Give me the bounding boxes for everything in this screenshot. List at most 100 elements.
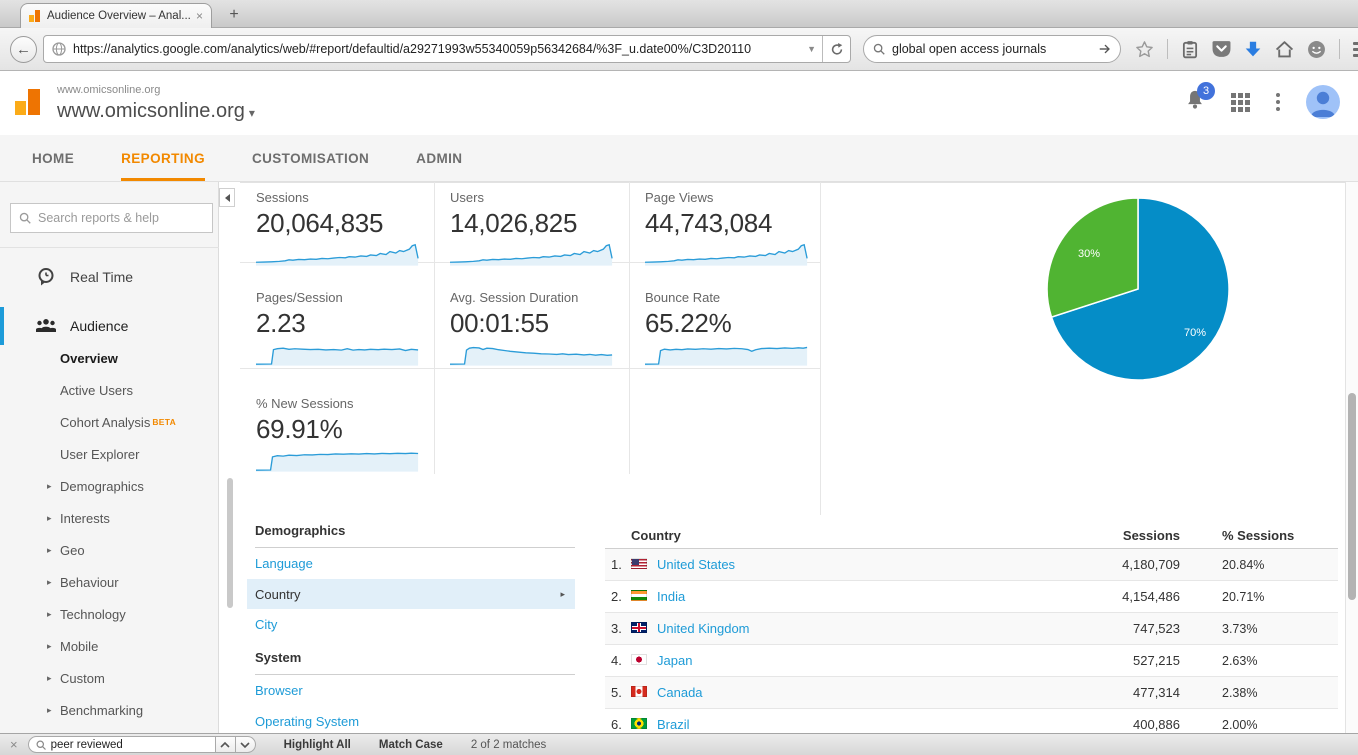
- sidebar-item-cohort-analysis[interactable]: Cohort AnalysisBETA: [0, 406, 219, 438]
- pocket-icon[interactable]: [1212, 40, 1231, 58]
- sidebar-collapse-button[interactable]: [219, 188, 235, 207]
- google-apps-icon[interactable]: [1231, 93, 1250, 112]
- tab-customisation[interactable]: CUSTOMISATION: [252, 135, 369, 181]
- metric-card-pages-session[interactable]: Pages/Session 2.23: [240, 262, 434, 367]
- metric-value: 44,743,084: [645, 208, 820, 239]
- demographics-link-country[interactable]: Country ▸: [247, 579, 575, 609]
- country-link[interactable]: Brazil: [657, 717, 1065, 732]
- metric-label: Page Views: [645, 190, 820, 205]
- find-bar: × Highlight All Match Case 2 of 2 matche…: [0, 733, 1358, 755]
- search-icon: [872, 42, 886, 56]
- sidebar-scrollbar[interactable]: [227, 478, 233, 608]
- demographics-link-language[interactable]: Language: [255, 548, 575, 579]
- new-tab-button[interactable]: +: [222, 6, 246, 24]
- country-link[interactable]: United States: [657, 557, 1065, 572]
- bookmark-star-icon[interactable]: [1135, 40, 1154, 59]
- find-field[interactable]: [28, 736, 216, 753]
- beta-badge: BETA: [152, 417, 176, 427]
- url-dropdown-icon[interactable]: ▼: [801, 44, 822, 54]
- overflow-menu-icon[interactable]: [1276, 93, 1280, 111]
- browser-window: Audience Overview – Anal... × + ← ▼: [0, 0, 1358, 755]
- new-sessions-sparkline: [256, 447, 421, 473]
- column-header-country[interactable]: Country: [631, 528, 1065, 543]
- sidebar-search-box[interactable]: [10, 203, 213, 233]
- home-icon[interactable]: [1275, 40, 1294, 58]
- sidebar-item-active-users[interactable]: Active Users: [0, 374, 219, 406]
- page-scrollbar[interactable]: [1345, 182, 1358, 733]
- download-icon[interactable]: [1244, 40, 1262, 58]
- bounce-rate-sparkline: [645, 341, 810, 367]
- sessions-pie-chart[interactable]: 30% 70%: [1043, 194, 1233, 384]
- menu-hamburger-icon[interactable]: [1353, 42, 1358, 57]
- demographics-link-city[interactable]: City: [255, 609, 575, 640]
- metric-card-bounce-rate[interactable]: Bounce Rate 65.22%: [629, 262, 820, 367]
- bookmarks-clipboard-icon[interactable]: [1181, 40, 1199, 59]
- sidebar-item-mobile[interactable]: ▸Mobile: [0, 630, 219, 662]
- metric-label: Bounce Rate: [645, 290, 820, 305]
- sidebar-item-overview[interactable]: Overview: [0, 342, 219, 374]
- country-link[interactable]: Japan: [657, 653, 1065, 668]
- web-search-field[interactable]: [863, 35, 1121, 63]
- country-link[interactable]: Canada: [657, 685, 1065, 700]
- pie-label-70: 70%: [1184, 327, 1206, 339]
- find-next-button[interactable]: [236, 736, 256, 753]
- metric-card-pageviews[interactable]: Page Views 44,743,084: [629, 182, 820, 267]
- sidebar-item-demographics[interactable]: ▸Demographics: [0, 470, 219, 502]
- match-case-button[interactable]: Match Case: [379, 739, 443, 751]
- findbar-close-icon[interactable]: ×: [10, 737, 18, 752]
- sidebar-item-behaviour[interactable]: ▸Behaviour: [0, 566, 219, 598]
- metric-label: Sessions: [256, 190, 434, 205]
- column-header-sessions[interactable]: Sessions: [1065, 528, 1180, 543]
- sidebar-search-input[interactable]: [38, 211, 205, 225]
- metric-card-sessions[interactable]: Sessions 20,064,835: [240, 182, 434, 267]
- tab-title: Audience Overview – Anal...: [47, 10, 190, 22]
- column-header-pct-sessions[interactable]: % Sessions: [1180, 528, 1338, 543]
- sidebar-item-user-explorer[interactable]: User Explorer: [0, 438, 219, 470]
- browser-tab[interactable]: Audience Overview – Anal... ×: [20, 3, 212, 28]
- collapse-left-icon: [221, 194, 230, 202]
- tab-reporting[interactable]: REPORTING: [121, 135, 205, 181]
- scrollbar-thumb[interactable]: [1348, 393, 1356, 600]
- property-selector[interactable]: www.omicsonline.org▾: [57, 100, 255, 123]
- metric-card-new-sessions[interactable]: % New Sessions 69.91%: [240, 368, 434, 473]
- highlight-all-button[interactable]: Highlight All: [284, 739, 351, 751]
- overview-report: Sessions 20,064,835 Users 14,026,825 Pag…: [240, 182, 1345, 733]
- sidebar-item-interests[interactable]: ▸Interests: [0, 502, 219, 534]
- sidebar-item-benchmarking[interactable]: ▸Benchmarking: [0, 694, 219, 726]
- expand-arrow-icon: ▸: [47, 577, 52, 588]
- country-link[interactable]: United Kingdom: [657, 621, 1065, 636]
- metric-label: Users: [450, 190, 629, 205]
- analytics-nav: HOME REPORTING CUSTOMISATION ADMIN: [0, 135, 1358, 182]
- tab-home[interactable]: HOME: [32, 135, 74, 181]
- find-previous-button[interactable]: [216, 736, 236, 753]
- url-input[interactable]: [73, 42, 801, 56]
- metric-card-avg-duration[interactable]: Avg. Session Duration 00:01:55: [434, 262, 629, 367]
- metric-card-users[interactable]: Users 14,026,825: [434, 182, 629, 267]
- url-bar[interactable]: ▼: [43, 35, 851, 63]
- tab-admin[interactable]: ADMIN: [416, 135, 462, 181]
- globe-icon: [51, 41, 67, 57]
- notifications-button[interactable]: 3: [1185, 89, 1205, 115]
- sidebar-item-audience[interactable]: Audience: [0, 307, 219, 345]
- metric-value: 69.91%: [256, 414, 434, 445]
- hello-chat-icon[interactable]: [1307, 40, 1326, 59]
- sidebar-item-custom[interactable]: ▸Custom: [0, 662, 219, 694]
- system-link-browser[interactable]: Browser: [255, 675, 575, 706]
- tab-close-icon[interactable]: ×: [196, 9, 203, 23]
- find-input[interactable]: [51, 739, 209, 751]
- reload-button[interactable]: [822, 36, 850, 62]
- country-table: Country Sessions % Sessions 1. United St…: [605, 523, 1338, 741]
- search-go-icon[interactable]: [1098, 42, 1112, 56]
- country-link[interactable]: India: [657, 589, 1065, 604]
- web-search-input[interactable]: [892, 42, 1098, 56]
- sessions-value: 477,314: [1065, 685, 1180, 700]
- sidebar-item-geo[interactable]: ▸Geo: [0, 534, 219, 566]
- sidebar-item-realtime[interactable]: Real Time: [0, 258, 219, 296]
- pct-value: 3.73%: [1222, 622, 1257, 636]
- flag-us-icon: [631, 558, 647, 569]
- rank: 1.: [611, 557, 631, 572]
- back-button[interactable]: ←: [10, 36, 37, 63]
- user-avatar[interactable]: [1306, 85, 1340, 119]
- rank: 5.: [611, 685, 631, 700]
- sidebar-item-technology[interactable]: ▸Technology: [0, 598, 219, 630]
